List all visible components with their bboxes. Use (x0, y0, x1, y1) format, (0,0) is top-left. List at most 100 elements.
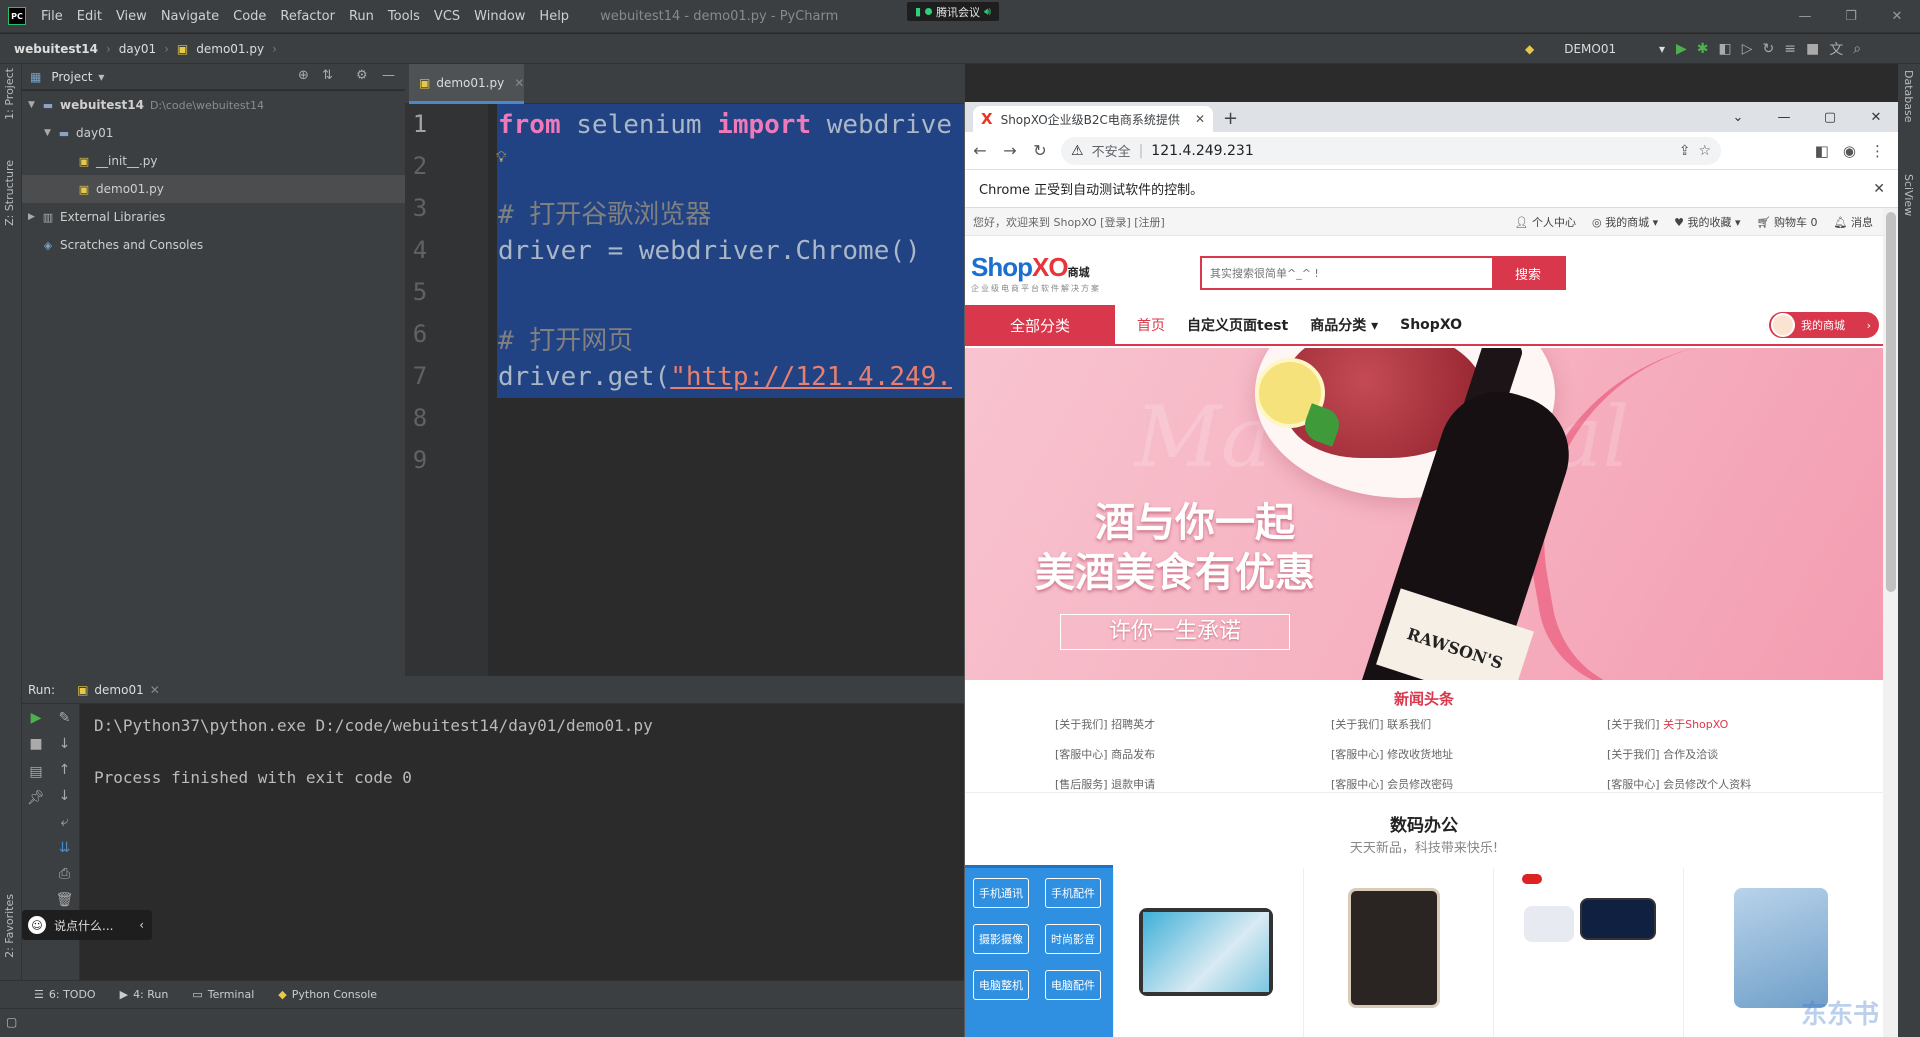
sort-icon[interactable]: ↓ (50, 736, 79, 752)
category-button[interactable]: 手机通讯 (973, 878, 1029, 908)
menu-view[interactable]: View (109, 9, 154, 24)
welcome-text[interactable]: 您好，欢迎来到 ShopXO [登录] [注册] (973, 214, 1165, 230)
more-menu-icon[interactable]: ⋮ (1870, 142, 1885, 160)
meeting-indicator[interactable]: ▮ 腾讯会议 🔊︎ (907, 2, 999, 21)
tree-item-scratches[interactable]: ◈ Scratches and Consoles (22, 231, 405, 259)
stop-icon[interactable]: ■ (22, 736, 50, 752)
coverage-icon[interactable]: ◧ (1719, 41, 1732, 57)
share-icon[interactable]: ⇪ (1679, 143, 1691, 159)
product-laptop[interactable] (1493, 868, 1683, 1037)
profile-icon[interactable]: ▷ (1742, 41, 1753, 57)
minimize-icon[interactable]: — (1761, 102, 1807, 132)
tool-tab-todo[interactable]: ☰ 6: TODO (34, 988, 96, 1001)
tool-window-sciview[interactable]: SciView (1902, 174, 1915, 216)
breadcrumb-file[interactable]: demo01.py (196, 42, 264, 56)
news-link[interactable]: [关于我们] 招聘英才 (1055, 716, 1155, 732)
run-console-output[interactable]: D:\Python37\python.exe D:/code/webuitest… (80, 704, 965, 980)
tree-item-external-libraries[interactable]: ▶ ▥ External Libraries (22, 203, 405, 231)
tree-item-init-py[interactable]: ▣ __init__.py (22, 147, 405, 175)
page-scrollbar[interactable] (1883, 208, 1898, 1037)
breadcrumb-folder[interactable]: day01 (119, 42, 156, 56)
hero-banner[interactable]: Ma Festival RAWSON'S 酒与你一起 美酒美食有优惠 许你一生承… (965, 348, 1883, 680)
menu-file[interactable]: File (34, 9, 70, 24)
menu-tools[interactable]: Tools (381, 9, 427, 24)
shop-logo[interactable]: ShopXO商城 企业级电商平台软件解决方案 (971, 252, 1101, 294)
my-mall-button[interactable]: 我的商城 › (1769, 312, 1879, 338)
top-link-my-mall[interactable]: ◎ 我的商城 ▾ (1592, 214, 1658, 230)
expanded-arrow-icon[interactable]: ▼ (44, 128, 56, 138)
reload-icon[interactable]: ↻ (1025, 141, 1055, 160)
restore-icon[interactable]: ❐ (1828, 0, 1874, 33)
nav-shopxo[interactable]: ShopXO (1400, 317, 1462, 333)
news-link[interactable]: [客服中心] 商品发布 (1055, 746, 1155, 762)
tool-window-project[interactable]: 1: Project (3, 68, 16, 120)
category-button[interactable]: 手机配件 (1045, 878, 1101, 908)
status-toggle-icon[interactable]: ▢ (6, 1015, 17, 1029)
scroll-to-end-icon[interactable]: ⇊ (50, 840, 79, 856)
up-icon[interactable]: ↑ (50, 762, 79, 778)
run-configuration-select[interactable]: ◆ DEMO01 ▾ (1525, 38, 1665, 60)
forward-icon[interactable]: → (995, 141, 1025, 160)
chevron-left-icon[interactable]: ‹ (139, 918, 144, 932)
menu-help[interactable]: Help (532, 9, 576, 24)
menu-refactor[interactable]: Refactor (273, 9, 342, 24)
trash-icon[interactable]: 🗑︎ (50, 892, 79, 908)
collapsed-arrow-icon[interactable]: ▶ (28, 212, 40, 222)
tool-tab-python-console[interactable]: ◆ Python Console (278, 988, 377, 1001)
tool-window-database[interactable]: Database (1902, 70, 1915, 123)
tree-item-demo01-py[interactable]: ▣ demo01.py (22, 175, 405, 203)
layout-icon[interactable]: ▤ (22, 764, 50, 780)
category-button[interactable]: 时尚影音 (1045, 924, 1101, 954)
translate-icon[interactable]: 文 (1829, 39, 1843, 59)
category-button[interactable]: 电脑整机 (973, 970, 1029, 1000)
news-link[interactable]: [客服中心] 会员修改个人资料 (1607, 776, 1751, 792)
nav-custom-page[interactable]: 自定义页面test (1187, 315, 1288, 335)
debug-icon[interactable]: ✱ (1697, 41, 1709, 57)
search-input[interactable] (1202, 258, 1492, 288)
code-editor[interactable]: from selenium import webdrive 💡︎ # 打开谷歌浏… (488, 104, 965, 676)
run-icon[interactable]: ▶ (1676, 41, 1687, 57)
address-bar[interactable]: ⚠ 不安全 | 121.4.249.231 ⇪ ☆ (1061, 136, 1721, 165)
search-everywhere-icon[interactable]: ⌕ (1853, 41, 1861, 57)
browser-tab[interactable]: X ShopXO企业级B2C电商系统提供 ✕ (973, 106, 1213, 132)
collapse-all-icon[interactable]: ⇅ (322, 68, 333, 83)
pin-icon[interactable]: 📌︎ (22, 790, 50, 806)
category-button[interactable]: 摄影摄像 (973, 924, 1029, 954)
profile-avatar-icon[interactable]: ◉ (1843, 142, 1856, 160)
product-ipad[interactable] (1303, 868, 1493, 1037)
all-categories-button[interactable]: 全部分类 (965, 305, 1115, 345)
rerun-icon[interactable]: ▶ (22, 710, 50, 726)
concurrency-icon[interactable]: ↻ (1763, 41, 1775, 57)
tool-tab-terminal[interactable]: ▭ Terminal (192, 988, 254, 1001)
tool-window-structure[interactable]: Z: Structure (3, 160, 16, 226)
side-panel-icon[interactable]: ◧ (1815, 142, 1829, 160)
menu-code[interactable]: Code (226, 9, 273, 24)
top-link-messages[interactable]: 🔔︎ 消息 (1834, 214, 1873, 230)
maximize-icon[interactable]: ▢ (1807, 102, 1853, 132)
breadcrumb-project[interactable]: webuitest14 (14, 42, 98, 56)
news-link[interactable]: [客服中心] 会员修改密码 (1331, 776, 1453, 792)
intention-bulb-icon[interactable]: 💡︎ (496, 148, 507, 166)
build-icon[interactable]: ≡ (1784, 41, 1796, 57)
news-link[interactable]: [客服中心] 修改收货地址 (1331, 746, 1453, 762)
hide-panel-icon[interactable]: — (382, 68, 395, 83)
nav-product-categories[interactable]: 商品分类 ▾ (1310, 315, 1378, 335)
minimize-icon[interactable]: — (1782, 0, 1828, 33)
news-link[interactable]: [关于我们] 联系我们 (1331, 716, 1431, 732)
news-link[interactable]: [售后服务] 退款申请 (1055, 776, 1155, 792)
tool-tab-run[interactable]: ▶ 4: Run (120, 988, 169, 1001)
close-tab-icon[interactable]: ✕ (150, 683, 160, 697)
menu-run[interactable]: Run (342, 9, 381, 24)
product-tablet[interactable] (1113, 868, 1303, 1037)
print-icon[interactable]: ⎙ (50, 866, 79, 882)
tab-search-icon[interactable]: ⌄ (1715, 102, 1761, 132)
close-infobar-icon[interactable]: ✕ (1873, 181, 1885, 197)
run-tab-demo01[interactable]: ▣ demo01 ✕ (77, 683, 160, 697)
close-tab-icon[interactable]: ✕ (514, 76, 524, 90)
menu-window[interactable]: Window (467, 9, 532, 24)
close-icon[interactable]: ✕ (1853, 102, 1898, 132)
editor-tab-demo01[interactable]: ▣ demo01.py ✕ (409, 64, 524, 104)
menu-edit[interactable]: Edit (70, 9, 109, 24)
project-view-select[interactable]: Project (51, 70, 92, 84)
close-tab-icon[interactable]: ✕ (1195, 112, 1205, 126)
